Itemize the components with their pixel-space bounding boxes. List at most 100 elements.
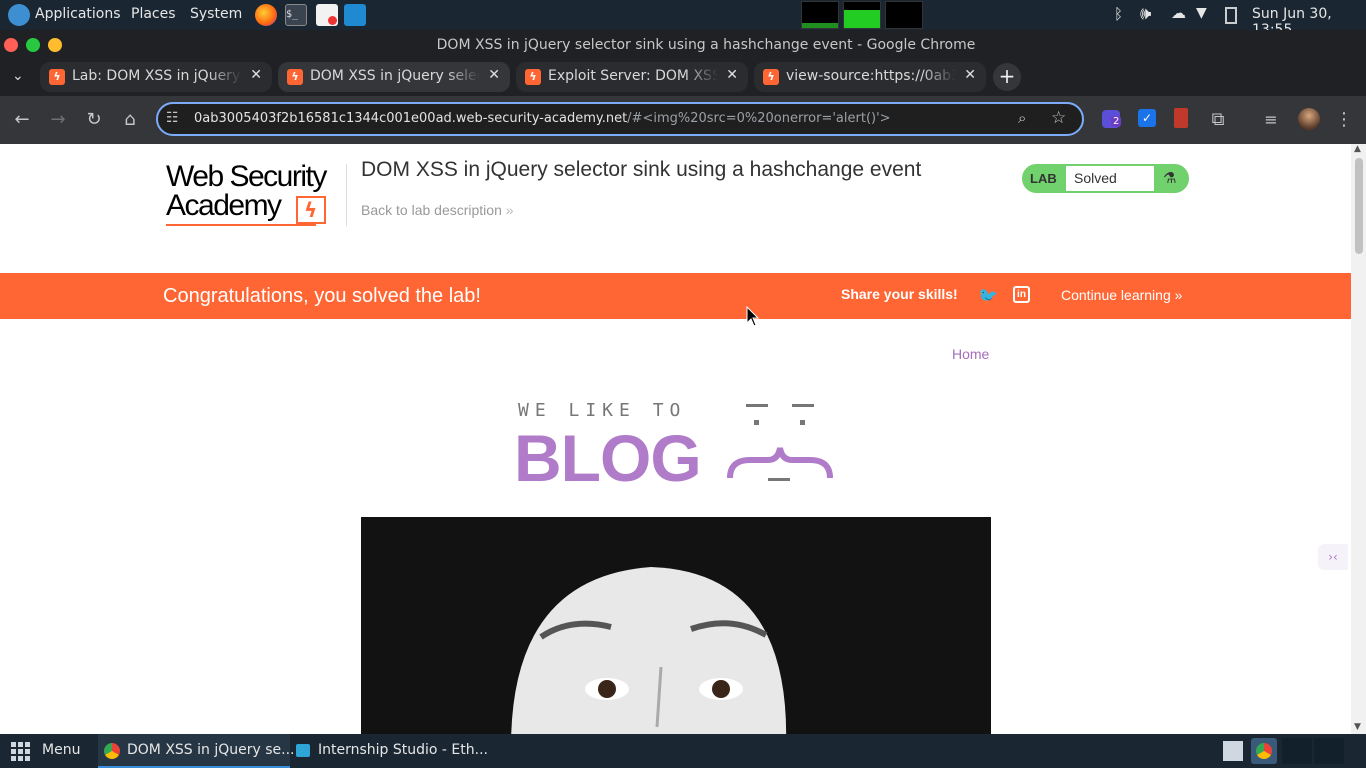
- new-tab-button[interactable]: +: [993, 63, 1021, 91]
- browser-toolbar: ← → ↻ ⌂ ☷ 0ab3005403f2b16581c1344c001e00…: [0, 96, 1366, 144]
- extension-badge: 2: [1111, 116, 1122, 127]
- task-label: DOM XSS in jQuery se...: [127, 742, 295, 758]
- portswigger-favicon-icon: ϟ: [525, 69, 541, 85]
- tab-strip: ⌄ ϟ Lab: DOM XSS in jQuery s ✕ ϟ DOM XSS…: [0, 60, 1366, 96]
- blog-logo-word: BLOG: [514, 421, 702, 495]
- logo-bolt-icon: ϟ: [296, 196, 326, 224]
- window-title: DOM XSS in jQuery selector sink using a …: [436, 37, 976, 53]
- solved-banner: Congratulations, you solved the lab! Sha…: [0, 273, 1351, 319]
- tab-close-icon[interactable]: ✕: [726, 67, 738, 83]
- tab-close-icon[interactable]: ✕: [488, 67, 500, 83]
- task-label: Internship Studio - Eth...: [318, 742, 488, 758]
- blog-hero-image[interactable]: [361, 517, 991, 734]
- scroll-down-icon[interactable]: ▼: [1354, 722, 1361, 732]
- profile-avatar[interactable]: [1298, 108, 1320, 130]
- bluetooth-icon[interactable]: ᛒ: [1114, 5, 1123, 23]
- portswigger-favicon-icon: ϟ: [49, 69, 65, 85]
- url-text[interactable]: 0ab3005403f2b16581c1344c001e00ad.web-sec…: [194, 111, 891, 126]
- tab-label: Lab: DOM XSS in jQuery s: [72, 68, 242, 84]
- wifi-icon[interactable]: ▼: [1196, 5, 1207, 21]
- tab-search-chevron-icon[interactable]: ⌄: [12, 68, 24, 84]
- twitter-icon[interactable]: 🐦: [978, 286, 998, 305]
- media-control-icon[interactable]: ≡: [1259, 108, 1283, 132]
- cpu-graph: [801, 1, 839, 29]
- side-widget-icon[interactable]: ›‹: [1318, 544, 1348, 570]
- lab-status-text: Solved: [1074, 170, 1117, 186]
- address-bar[interactable]: ☷ 0ab3005403f2b16581c1344c001e00ad.web-s…: [156, 102, 1084, 136]
- mime-face-illustration: [361, 517, 991, 734]
- reload-icon[interactable]: ↻: [82, 108, 106, 132]
- logo-underline: [166, 224, 316, 226]
- lab-label: LAB: [1030, 171, 1057, 186]
- chrome-menu-icon[interactable]: ⋮: [1332, 108, 1356, 132]
- checkmark-extension-icon[interactable]: ✓: [1138, 109, 1156, 127]
- chrome-icon: [104, 743, 120, 759]
- continue-learning-link[interactable]: Continue learning »: [1061, 287, 1182, 303]
- task-chrome-window[interactable]: DOM XSS in jQuery se...: [98, 734, 295, 768]
- site-info-icon[interactable]: ☷: [166, 110, 179, 126]
- terminal-launcher-icon[interactable]: $_: [285, 4, 307, 26]
- back-to-lab-description-link[interactable]: Back to lab description »: [361, 202, 514, 218]
- memory-graph: [843, 1, 881, 29]
- network-graph: [885, 1, 923, 29]
- logo-divider: [346, 164, 347, 226]
- zoom-icon[interactable]: ⌕: [1018, 109, 1026, 127]
- battery-icon[interactable]: [1225, 7, 1237, 24]
- double-chevron-icon: »: [505, 202, 514, 218]
- double-chevron-icon: »: [1174, 287, 1183, 303]
- tab-close-icon[interactable]: ✕: [964, 67, 976, 83]
- applications-menu-icon[interactable]: [8, 4, 30, 26]
- bookmark-extension-icon[interactable]: [1174, 108, 1188, 128]
- volume-icon[interactable]: 🕪: [1140, 3, 1151, 24]
- bookmark-star-icon[interactable]: ☆: [1051, 108, 1066, 128]
- home-link[interactable]: Home: [952, 346, 989, 362]
- menu-button[interactable]: Menu: [42, 742, 80, 758]
- workspace-1[interactable]: [1282, 738, 1312, 764]
- firefox-launcher-icon[interactable]: [255, 4, 277, 26]
- home-icon[interactable]: ⌂: [118, 108, 142, 132]
- linkedin-icon[interactable]: in: [1013, 286, 1030, 303]
- taskbar: Menu DOM XSS in jQuery se... Internship …: [0, 734, 1366, 768]
- flask-icon: ⚗: [1163, 169, 1177, 187]
- tab-label: view-source:https://0ab3: [786, 68, 956, 84]
- scroll-up-icon[interactable]: ▲: [1354, 144, 1361, 154]
- applications-menu[interactable]: Applications: [35, 6, 121, 22]
- system-menu[interactable]: System: [190, 6, 242, 22]
- places-menu[interactable]: Places: [131, 6, 176, 22]
- menu-grid-icon[interactable]: [11, 742, 31, 762]
- workspace-switcher-icon[interactable]: [1223, 741, 1243, 761]
- tab-lab-page[interactable]: ϟ DOM XSS in jQuery selec ✕: [278, 62, 510, 92]
- extension-icon[interactable]: 2: [1102, 110, 1122, 128]
- workspace-2[interactable]: [1314, 738, 1344, 764]
- lab-title: DOM XSS in jQuery selector sink using a …: [361, 158, 922, 181]
- tab-lab-description[interactable]: ϟ Lab: DOM XSS in jQuery s ✕: [40, 62, 272, 92]
- text-editor-launcher-icon[interactable]: [316, 4, 338, 26]
- portswigger-favicon-icon: ϟ: [287, 69, 303, 85]
- system-panel: Applications Places System $_ ᛒ 🕪 ☁ ▼ Su…: [0, 0, 1366, 38]
- tab-close-icon[interactable]: ✕: [250, 67, 262, 83]
- vscode-launcher-icon[interactable]: [344, 4, 366, 26]
- tab-view-source[interactable]: ϟ view-source:https://0ab3 ✕: [754, 62, 986, 92]
- extensions-puzzle-icon[interactable]: ⧉: [1206, 108, 1230, 132]
- web-page: Web Security Academy ϟ DOM XSS in jQuery…: [0, 144, 1351, 734]
- tab-label: DOM XSS in jQuery selec: [310, 68, 480, 84]
- forward-arrow-icon[interactable]: →: [46, 108, 70, 132]
- mouse-cursor-icon: [746, 306, 760, 327]
- tab-label: Exploit Server: DOM XSS: [548, 68, 718, 84]
- window-titlebar: DOM XSS in jQuery selector sink using a …: [0, 30, 1366, 60]
- cloud-icon[interactable]: ☁: [1171, 4, 1186, 22]
- lab-status-badge: LAB Solved ⚗: [1022, 164, 1189, 193]
- scrollbar-thumb[interactable]: [1355, 158, 1363, 254]
- task-file-manager[interactable]: Internship Studio - Eth...: [290, 734, 490, 768]
- back-arrow-icon[interactable]: ←: [10, 108, 34, 132]
- share-skills-label: Share your skills!: [841, 286, 958, 302]
- blog-tagline: WE LIKE TO: [518, 400, 687, 421]
- tray-chrome-icon[interactable]: [1251, 738, 1277, 764]
- logo-line1: Web Security: [166, 160, 327, 193]
- congratulations-message: Congratulations, you solved the lab!: [163, 285, 481, 307]
- blog-face-icon: [727, 404, 833, 481]
- page-scrollbar[interactable]: ▲ ▼: [1351, 144, 1366, 734]
- tab-exploit-server[interactable]: ϟ Exploit Server: DOM XSS ✕: [516, 62, 748, 92]
- portswigger-favicon-icon: ϟ: [763, 69, 779, 85]
- folder-icon: [296, 744, 310, 757]
